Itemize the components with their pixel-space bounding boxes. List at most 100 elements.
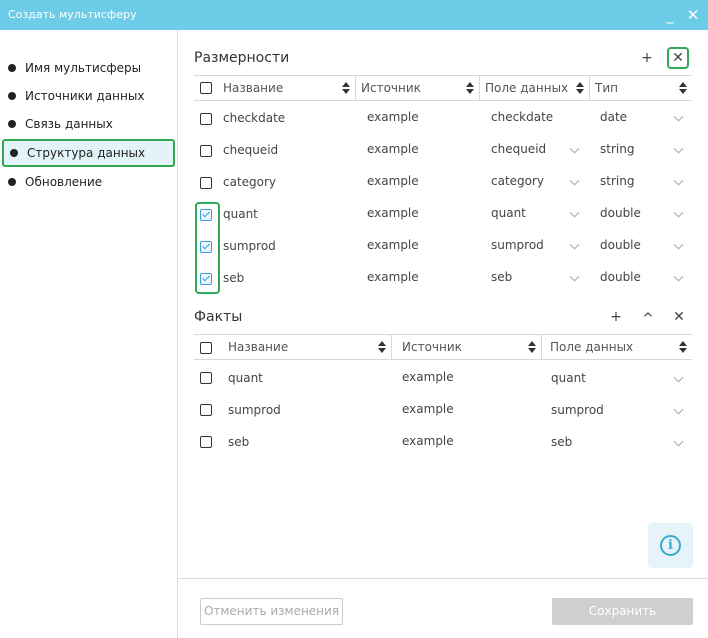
dimension-field-select[interactable]: quant <box>491 206 526 220</box>
sort-icon <box>378 341 386 354</box>
revert-changes-button[interactable]: Отменить изменения <box>200 598 343 625</box>
facts-title: Факты <box>194 309 243 325</box>
column-header-field[interactable]: Поле данных <box>480 76 590 100</box>
dimensions-title: Размерности <box>194 50 290 66</box>
sort-icon <box>679 341 687 354</box>
chevron-down-icon[interactable] <box>673 143 684 154</box>
fact-field-select[interactable]: quant <box>551 371 586 385</box>
sidebar-item-label: Имя мультисферы <box>25 61 142 75</box>
column-header-name[interactable]: Название <box>218 335 392 359</box>
dialog-footer: Отменить изменения Сохранить <box>178 578 708 638</box>
window-title: Создать мультисферу <box>8 8 137 21</box>
row-checkbox[interactable] <box>200 436 212 448</box>
bullet-icon <box>8 178 16 186</box>
dimension-name: category <box>223 175 277 189</box>
fact-source: example <box>402 402 454 416</box>
dimension-source: example <box>367 142 419 156</box>
row-checkbox[interactable] <box>200 145 212 157</box>
column-header-type[interactable]: Тип <box>590 76 692 100</box>
dimensions-table-header: Название Источник Поле данных Тип <box>194 75 692 101</box>
chevron-down-icon[interactable] <box>569 175 580 186</box>
row-checkbox[interactable] <box>200 177 212 189</box>
bullet-icon <box>8 64 16 72</box>
dimension-type-select[interactable]: double <box>600 238 641 252</box>
sort-icon <box>528 341 536 354</box>
facts-table-header: Название Источник Поле данных <box>194 334 692 360</box>
dimension-source: example <box>367 110 419 124</box>
chevron-down-icon[interactable] <box>673 207 684 218</box>
select-all-facts-checkbox[interactable] <box>200 342 212 354</box>
sort-icon <box>679 82 687 95</box>
row-checkbox[interactable] <box>200 113 212 125</box>
column-header-source[interactable]: Источник <box>356 76 480 100</box>
sort-icon <box>576 82 584 95</box>
dimension-type-select[interactable]: string <box>600 174 634 188</box>
dimension-field-select[interactable]: seb <box>491 270 512 284</box>
dimension-name: sumprod <box>223 239 276 253</box>
chevron-down-icon[interactable] <box>673 175 684 186</box>
remove-fact-button[interactable]: ✕ <box>668 306 690 328</box>
dimension-field-select[interactable]: checkdate <box>491 110 553 124</box>
dimension-field-select[interactable]: sumprod <box>491 238 544 252</box>
add-dimension-button[interactable]: + <box>636 47 658 69</box>
minimize-button[interactable]: _ <box>660 4 680 26</box>
sidebar-item-data-structure[interactable]: Структура данных <box>2 139 175 167</box>
row-checkbox[interactable] <box>200 404 212 416</box>
dimension-source: example <box>367 174 419 188</box>
fact-field-select[interactable]: sumprod <box>551 403 604 417</box>
dimension-name: quant <box>223 207 258 221</box>
fact-source: example <box>402 370 454 384</box>
select-all-dimensions-checkbox[interactable] <box>200 82 212 94</box>
chevron-down-icon[interactable] <box>569 207 580 218</box>
chevron-down-icon[interactable] <box>673 436 684 447</box>
add-fact-button[interactable]: + <box>605 306 627 328</box>
dimension-source: example <box>367 238 419 252</box>
row-checkbox[interactable] <box>200 372 212 384</box>
bullet-icon <box>8 92 16 100</box>
sidebar-item-multisphere-name[interactable]: Имя мультисферы <box>0 54 178 82</box>
dimension-name: seb <box>223 271 245 285</box>
chevron-down-icon[interactable] <box>569 143 580 154</box>
move-up-fact-button[interactable]: ^ <box>637 308 659 330</box>
fact-name: quant <box>228 371 263 385</box>
chevron-down-icon[interactable] <box>569 271 580 282</box>
fact-name: sumprod <box>228 403 281 417</box>
dimension-source: example <box>367 206 419 220</box>
chevron-down-icon[interactable] <box>673 404 684 415</box>
dimension-type-select[interactable]: string <box>600 142 634 156</box>
sidebar-item-data-sources[interactable]: Источники данных <box>0 82 178 110</box>
dimension-type-select[interactable]: double <box>600 270 641 284</box>
sidebar-item-label: Связь данных <box>25 117 113 131</box>
save-button[interactable]: Сохранить <box>552 598 693 625</box>
column-header-source[interactable]: Источник <box>392 335 542 359</box>
dimension-source: example <box>367 270 419 284</box>
info-icon: i <box>660 535 681 556</box>
chevron-down-icon[interactable] <box>673 111 684 122</box>
dimension-type-select[interactable]: double <box>600 206 641 220</box>
dimension-name: chequeid <box>223 143 279 157</box>
chevron-down-icon[interactable] <box>673 372 684 383</box>
sort-icon <box>342 82 350 95</box>
sidebar-item-update[interactable]: Обновление <box>0 168 178 196</box>
bullet-icon <box>8 120 16 128</box>
selected-checkboxes-highlight <box>195 202 220 294</box>
chevron-down-icon[interactable] <box>569 239 580 250</box>
fact-source: example <box>402 434 454 448</box>
remove-dimension-button[interactable]: ✕ <box>667 47 689 69</box>
column-header-field[interactable]: Поле данных <box>542 335 692 359</box>
sidebar-item-label: Источники данных <box>25 89 145 103</box>
dimension-type-select[interactable]: date <box>600 110 627 124</box>
close-window-button[interactable]: ✕ <box>683 4 703 26</box>
fact-field-select[interactable]: seb <box>551 435 572 449</box>
chevron-down-icon[interactable] <box>673 239 684 250</box>
column-header-name[interactable]: Название <box>218 76 356 100</box>
sidebar-item-data-link[interactable]: Связь данных <box>0 110 178 138</box>
sidebar-item-label: Обновление <box>25 175 103 189</box>
bullet-icon <box>10 149 18 157</box>
dimension-field-select[interactable]: chequeid <box>491 142 546 156</box>
window-titlebar: Создать мультисферу _ ✕ <box>0 0 708 30</box>
dimension-field-select[interactable]: category <box>491 174 544 188</box>
sort-icon <box>466 82 474 95</box>
info-button[interactable]: i <box>648 523 693 568</box>
chevron-down-icon[interactable] <box>673 271 684 282</box>
